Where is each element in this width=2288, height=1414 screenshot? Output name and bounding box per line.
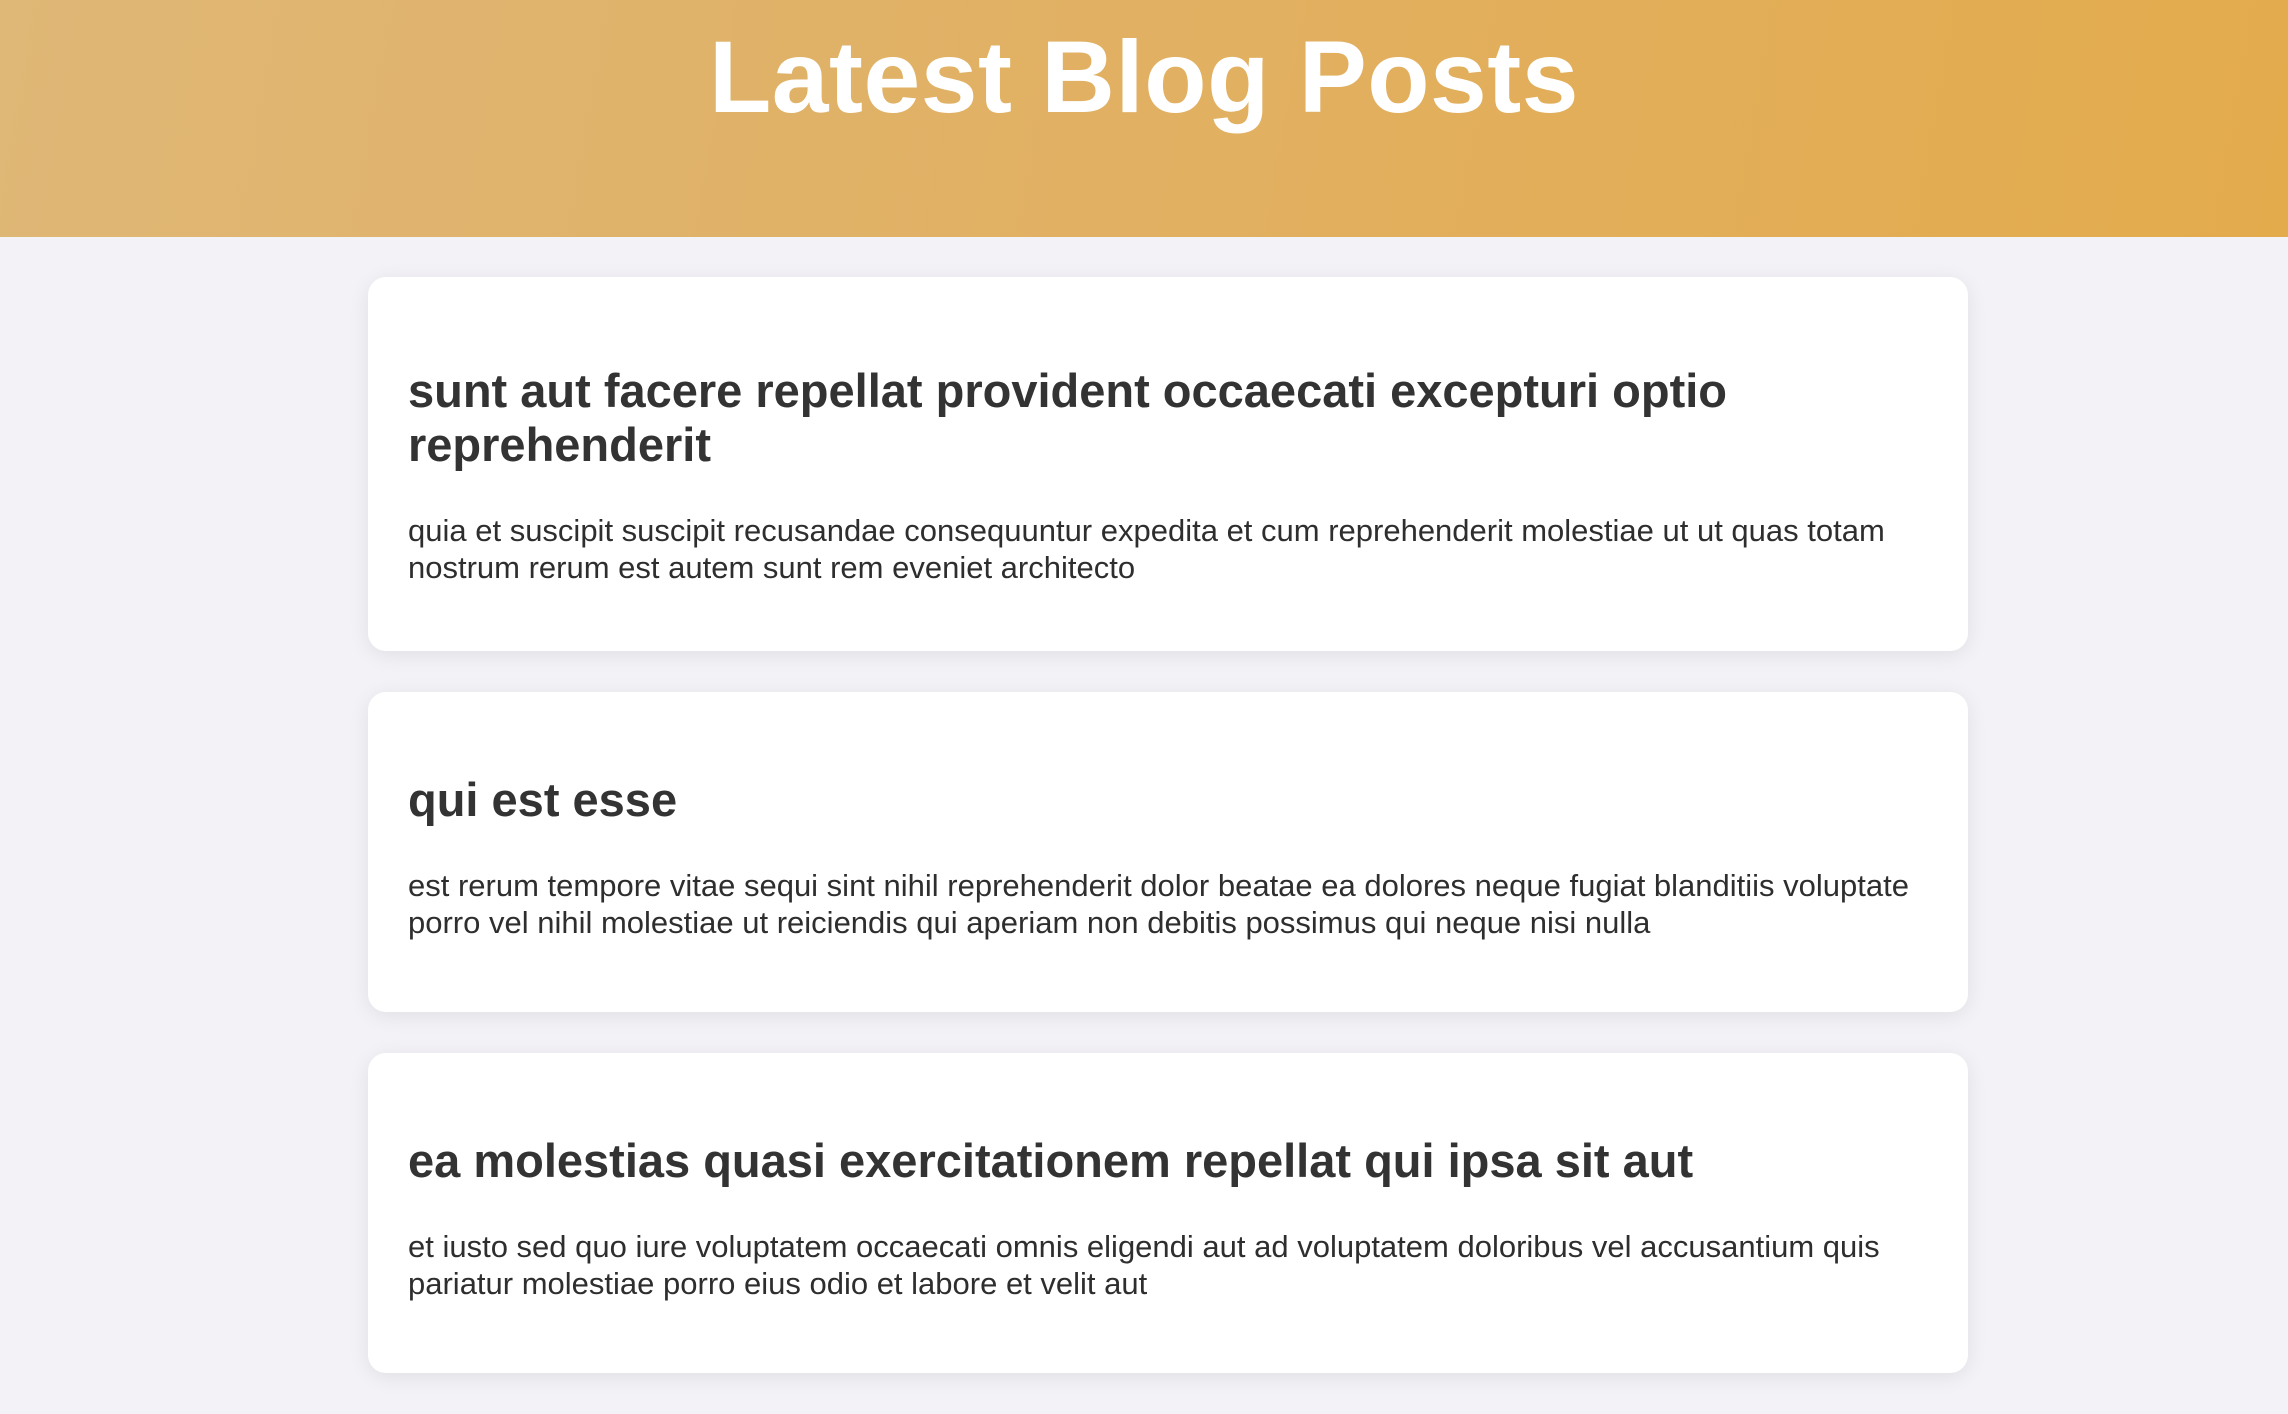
post-title: qui est esse	[408, 773, 678, 826]
blog-post-card: ea molestias quasi exercitationem repell…	[368, 1053, 1968, 1373]
page-header: Latest Blog Posts	[0, 0, 2288, 237]
post-title: ea molestias quasi exercitationem repell…	[408, 1134, 1694, 1187]
blog-post-list: sunt aut facere repellat provident occae…	[368, 277, 1968, 1414]
page-title: Latest Blog Posts	[709, 20, 1579, 134]
blog-post-card: sunt aut facere repellat provident occae…	[368, 277, 1968, 651]
post-body: quia et suscipit suscipit recusandae con…	[408, 513, 1885, 585]
post-title: sunt aut facere repellat provident occae…	[408, 364, 1727, 471]
blog-post-card: qui est esse est rerum tempore vitae seq…	[368, 692, 1968, 1012]
post-body: est rerum tempore vitae sequi sint nihil…	[408, 868, 1909, 940]
post-body: et iusto sed quo iure voluptatem occaeca…	[408, 1229, 1880, 1301]
